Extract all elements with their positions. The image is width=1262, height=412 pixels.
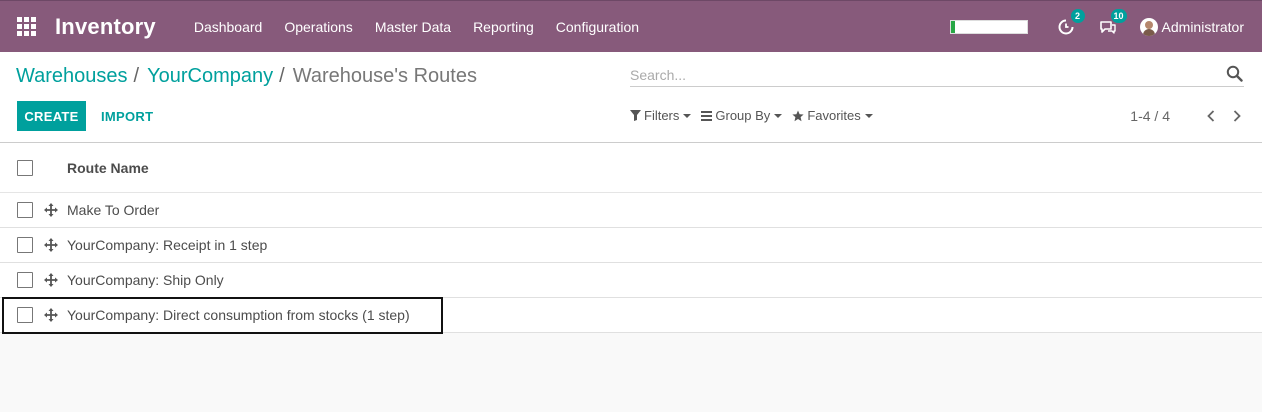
list-header: Route Name [0,143,1262,193]
search-input[interactable] [630,65,1210,85]
select-all-checkbox[interactable] [17,159,33,176]
row-checkbox[interactable] [17,237,33,253]
activity-badge: 2 [1070,8,1085,23]
row-checkbox[interactable] [17,307,33,323]
breadcrumb-separator: / [133,65,140,87]
column-header-route-name[interactable]: Route Name [67,160,149,176]
control-panel: Warehouses / YourCompany / Warehouse's R… [0,52,1262,143]
group-by-label: Group By [715,108,771,123]
table-row[interactable]: YourCompany: Direct consumption from sto… [0,298,1262,333]
apps-grid-icon [16,17,36,36]
caret-down-icon [864,113,873,118]
bars-icon [701,110,713,121]
breadcrumb-separator: / [279,65,285,87]
caret-down-icon [774,113,783,118]
row-checkbox[interactable] [17,202,33,218]
apps-menu-button[interactable] [0,1,52,52]
routes-list: Route Name Make To Order YourCompany: Re… [0,143,1262,333]
import-button[interactable]: IMPORT [101,101,153,131]
menu-configuration[interactable]: Configuration [556,19,639,35]
route-name: YourCompany: Direct consumption from sto… [67,307,410,323]
clock-icon [1058,19,1074,34]
caret-down-icon [683,113,692,118]
menu-master-data[interactable]: Master Data [375,19,451,35]
breadcrumb: Warehouses / YourCompany / Warehouse's R… [16,65,477,88]
breadcrumb-yourcompany[interactable]: YourCompany [147,65,273,88]
route-name: YourCompany: Ship Only [67,272,224,288]
route-name: YourCompany: Receipt in 1 step [67,237,268,253]
menu-operations[interactable]: Operations [284,19,352,35]
drag-handle-icon[interactable] [43,202,59,218]
user-name: Administrator [1161,18,1244,35]
table-row[interactable]: YourCompany: Receipt in 1 step [0,228,1262,263]
breadcrumb-warehouses[interactable]: Warehouses [16,65,128,88]
group-by-button[interactable]: Group By [701,108,783,123]
search-bar [630,65,1244,87]
star-icon [792,110,804,122]
messages-badge: 10 [1110,8,1127,23]
pager: 1-4 / 4 [1130,108,1244,124]
filters-button[interactable]: Filters [630,108,692,123]
activity-button[interactable]: 2 [1056,8,1085,37]
menu-reporting[interactable]: Reporting [473,19,534,35]
filter-icon [630,110,641,121]
messages-button[interactable]: 10 [1098,8,1127,37]
progress-fill [950,20,956,33]
user-menu[interactable]: Administrator [1139,17,1244,36]
row-checkbox[interactable] [17,272,33,288]
drag-handle-icon[interactable] [43,237,59,253]
favorites-label: Favorites [807,108,861,123]
progress-bar [949,19,1028,34]
create-button[interactable]: CREATE [17,101,86,131]
filters-label: Filters [644,108,680,123]
search-icon[interactable] [1226,65,1244,83]
favorites-button[interactable]: Favorites [792,108,873,123]
chevron-right-icon [1233,110,1241,122]
app-name[interactable]: Inventory [55,14,156,40]
search-options: Filters Group By Favorites [630,108,883,123]
avatar [1139,17,1158,36]
route-name: Make To Order [67,202,160,218]
top-navbar: Inventory Dashboard Operations Master Da… [0,0,1262,52]
drag-handle-icon[interactable] [43,307,59,323]
table-row[interactable]: Make To Order [0,193,1262,228]
breadcrumb-current: Warehouse's Routes [292,65,477,87]
pager-next-button[interactable] [1230,108,1244,124]
pager-previous-button[interactable] [1204,108,1218,124]
chevron-left-icon [1207,110,1215,122]
menu-dashboard[interactable]: Dashboard [194,19,263,35]
pager-value[interactable]: 1-4 / 4 [1130,108,1170,124]
table-row[interactable]: YourCompany: Ship Only [0,263,1262,298]
drag-handle-icon[interactable] [43,272,59,288]
